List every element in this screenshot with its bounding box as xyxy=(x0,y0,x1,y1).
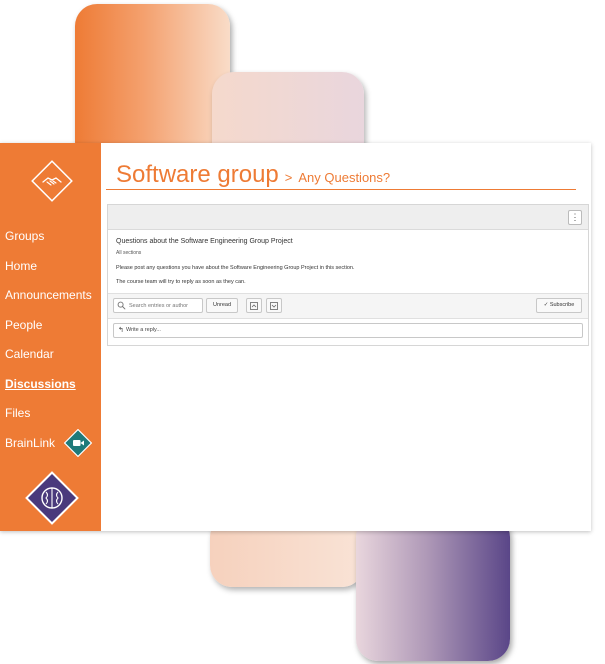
discussion-toolbar: Unread ✓ Subscribe xyxy=(108,293,588,319)
reply-arrow-icon: ↰ xyxy=(118,327,124,334)
page-subtitle: Any Questions? xyxy=(298,170,391,185)
video-camera-icon[interactable] xyxy=(64,429,92,457)
sidebar-item-people[interactable]: People xyxy=(5,315,92,345)
subscribe-button[interactable]: ✓ Subscribe xyxy=(536,298,582,313)
vertical-dots-icon[interactable]: ⋮ xyxy=(568,210,582,225)
title-divider xyxy=(106,189,576,190)
topic-body-line-2: The course team will try to reply as soo… xyxy=(116,279,246,285)
search-box[interactable] xyxy=(113,298,203,313)
unread-filter-button[interactable]: Unread xyxy=(206,298,238,313)
topic-sections: All sections xyxy=(116,250,142,256)
topic-title: Questions about the Software Engineering… xyxy=(116,238,293,245)
sidebar-item-announcements[interactable]: Announcements xyxy=(5,285,92,315)
brain-icon xyxy=(25,471,79,525)
expand-button[interactable] xyxy=(246,298,262,313)
search-input[interactable] xyxy=(129,299,199,312)
sidebar-item-discussions[interactable]: Discussions xyxy=(5,374,92,404)
reply-field[interactable]: ↰ Write a reply... xyxy=(113,323,583,338)
discussion-topic: ⋮ Questions about the Software Engineeri… xyxy=(107,204,589,346)
topic-body-line-1: Please post any questions you have about… xyxy=(116,265,355,271)
collapse-button[interactable] xyxy=(266,298,282,313)
check-icon: ✓ xyxy=(543,302,549,308)
group-window: Groups Home Announcements People Calenda… xyxy=(0,143,591,531)
decorative-orange-tile xyxy=(75,4,230,164)
subscribe-label: Subscribe xyxy=(549,302,575,308)
decorative-purple-tile xyxy=(356,515,510,661)
sidebar: Groups Home Announcements People Calenda… xyxy=(0,143,101,531)
search-icon xyxy=(117,301,126,310)
sidebar-item-calendar[interactable]: Calendar xyxy=(5,344,92,374)
sidebar-item-home[interactable]: Home xyxy=(5,256,92,286)
sidebar-item-groups[interactable]: Groups xyxy=(5,226,92,256)
breadcrumb: Software group > Any Questions? xyxy=(116,161,390,189)
main-content: Software group > Any Questions? ⋮ Question… xyxy=(101,143,591,531)
topic-header-bar: ⋮ xyxy=(108,205,588,230)
page-title[interactable]: Software group xyxy=(116,161,279,188)
expand-icon xyxy=(250,301,258,310)
collapse-icon xyxy=(270,301,278,310)
handshake-icon[interactable] xyxy=(29,158,75,204)
sidebar-nav: Groups Home Announcements People Calenda… xyxy=(5,226,92,462)
breadcrumb-separator: > xyxy=(284,170,293,185)
reply-placeholder: Write a reply... xyxy=(126,327,161,333)
